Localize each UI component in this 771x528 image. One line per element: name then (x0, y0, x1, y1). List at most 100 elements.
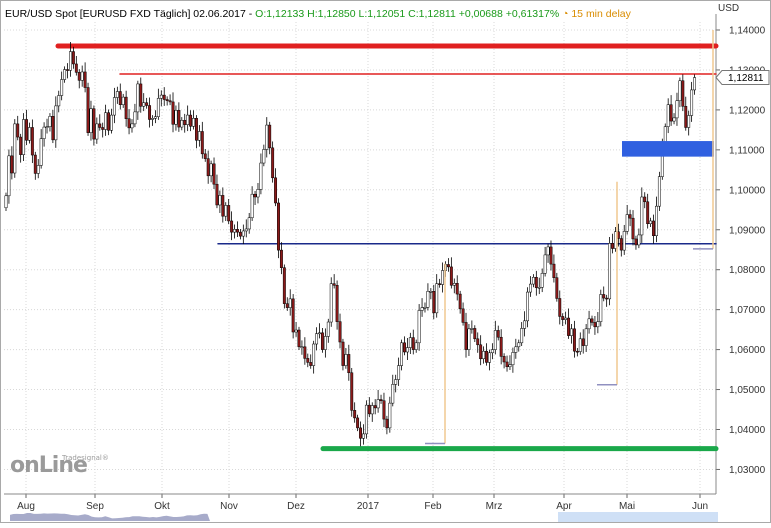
candle-body (505, 361, 509, 368)
candle-body (602, 294, 606, 299)
x-tick-label: Mai (619, 501, 635, 512)
candle-body (546, 246, 550, 256)
candle-body (227, 205, 231, 222)
x-tick-label: 2017 (357, 501, 380, 512)
unit-label: USD (718, 3, 740, 14)
candle-body (508, 364, 512, 368)
x-tick-label: Aug (17, 501, 35, 512)
candle-body (315, 333, 319, 345)
candle-body (359, 427, 362, 439)
candle-body (353, 410, 357, 419)
candle-body (584, 328, 588, 346)
candle-body (10, 155, 14, 174)
candle-body (517, 342, 521, 348)
candle-body (449, 266, 453, 286)
candle-body (643, 196, 647, 203)
candle-body (101, 127, 105, 130)
x-tick-label: Apr (556, 501, 572, 512)
candle-body (590, 318, 594, 323)
candle-body (247, 217, 251, 230)
candle-body (438, 283, 442, 285)
candle-body (195, 118, 198, 141)
candle-body (561, 316, 565, 320)
candle-body (80, 71, 84, 81)
candle-body (192, 118, 195, 127)
y-tick-label: 1,10000 (729, 185, 766, 196)
candle-body (306, 358, 310, 363)
candle-body (320, 332, 324, 350)
candle-body (370, 405, 374, 415)
candle-body (165, 99, 169, 101)
candle-body (502, 356, 506, 363)
y-tick-label: 1,08000 (729, 265, 766, 276)
candle-body (253, 193, 257, 198)
candle-body (42, 126, 46, 139)
candle-body (39, 138, 43, 166)
candle-body (153, 116, 157, 119)
last-price-label: 1,12811 (728, 73, 764, 84)
candle-body (279, 249, 283, 268)
candle-body (127, 118, 131, 129)
y-tick-label: 1,09000 (729, 225, 766, 236)
candle-body (16, 123, 20, 138)
candle-body (300, 346, 304, 349)
candle-body (564, 317, 568, 320)
candle-body (171, 101, 175, 125)
candle-body (414, 342, 418, 350)
candle-body (271, 147, 275, 179)
candle-body (104, 112, 108, 130)
price-chart[interactable]: 1,140001,130001,120001,110001,100001,090… (0, 0, 771, 523)
candle-body (297, 329, 301, 348)
candle-body (25, 119, 28, 141)
ohlc-readout: O:1,12133 H:1,12850 L:1,12051 C:1,12811 … (255, 8, 560, 20)
candle-body (60, 79, 64, 96)
candle-body (110, 114, 113, 131)
candle-body (628, 214, 632, 219)
candle-body (646, 201, 650, 225)
candle-body (200, 131, 204, 155)
candle-body (350, 372, 354, 411)
candle-body (529, 283, 532, 293)
y-tick-label: 1,14000 (729, 26, 766, 37)
y-tick-label: 1,05000 (729, 385, 766, 396)
candle-body (203, 153, 207, 159)
candle-body (83, 71, 87, 88)
candle-body (344, 354, 348, 366)
navigator-overview[interactable] (10, 513, 210, 521)
candle-body (376, 399, 380, 409)
candle-body (95, 123, 99, 140)
candle-body (394, 379, 398, 385)
candle-body (429, 291, 433, 293)
candle-body (391, 384, 395, 404)
candle-body (408, 337, 412, 348)
candle-body (570, 328, 573, 336)
navigator-scrollbar[interactable] (558, 512, 718, 522)
candle-body (452, 283, 456, 286)
instrument-title: EUR/USD Spot [EURUSD FXD Täglich] 02.06.… (5, 8, 253, 20)
candle-body (476, 338, 480, 346)
candle-body (479, 344, 483, 360)
candle-body (329, 283, 333, 323)
candle-body (136, 83, 140, 113)
x-tick-label: Nov (220, 501, 238, 512)
zone-box (622, 141, 714, 157)
candle-body (578, 338, 582, 352)
candle-body (678, 80, 682, 101)
x-axis: Aug Sep Okt Nov Dez 2017 Feb Mrz Apr Mai Jun (4, 493, 716, 512)
candle-body (608, 243, 612, 300)
candle-body (622, 231, 626, 251)
chart-root: 1,140001,130001,120001,110001,100001,090… (0, 0, 771, 523)
candle-body (312, 343, 316, 366)
candle-body (156, 98, 160, 117)
candle-body (71, 51, 75, 65)
candle-body (631, 217, 635, 240)
candle-body (98, 123, 102, 128)
candle-body (318, 332, 321, 335)
candle-body (30, 127, 34, 156)
candle-body (183, 120, 187, 125)
candle-body (657, 176, 661, 207)
candle-body (520, 328, 524, 344)
candle-body (230, 220, 234, 233)
candle-body (57, 95, 61, 107)
candle-body (405, 347, 409, 353)
